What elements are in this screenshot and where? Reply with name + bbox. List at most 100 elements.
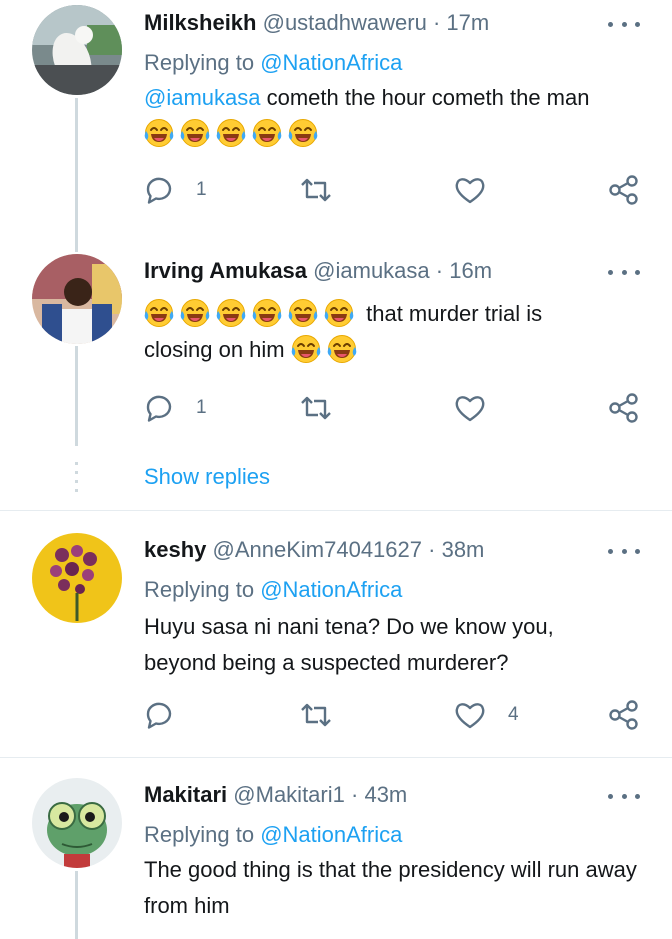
emoji-group — [144, 121, 324, 146]
reply-icon — [144, 700, 174, 730]
reply-icon — [144, 175, 174, 205]
laughing-tears-emoji — [216, 118, 246, 148]
share-button[interactable] — [608, 390, 640, 426]
like-count: 4 — [508, 704, 519, 725]
more-icon[interactable] — [608, 541, 640, 561]
like-button[interactable] — [454, 172, 486, 208]
replying-to: Replying to @NationAfrica — [144, 577, 402, 603]
timestamp[interactable]: 17m — [446, 10, 489, 35]
reply-button[interactable] — [144, 697, 174, 733]
replying-label: Replying to — [144, 50, 255, 75]
like-button[interactable] — [454, 390, 486, 426]
tweet-actions: 4 — [144, 697, 644, 733]
separator: · — [428, 537, 436, 562]
laughing-tears-emoji — [324, 298, 354, 328]
laughing-tears-emoji — [180, 118, 210, 148]
author-name[interactable]: Milksheikh — [144, 10, 256, 35]
more-icon[interactable] — [608, 14, 640, 34]
laughing-tears-emoji — [288, 298, 318, 328]
replying-to-link[interactable]: @NationAfrica — [260, 50, 402, 75]
tweet-text-content: cometh the hour cometh the man — [266, 85, 590, 110]
share-icon — [608, 174, 640, 206]
laughing-tears-emoji — [291, 334, 321, 364]
emoji-group — [144, 301, 366, 326]
reply-icon — [144, 393, 174, 423]
author-handle[interactable]: @Makitari1 — [233, 782, 345, 807]
tweet-text: that murder trial is closing on him — [144, 296, 644, 368]
laughing-tears-emoji — [144, 298, 174, 328]
show-replies-link[interactable]: Show replies — [144, 464, 270, 490]
replying-to: Replying to @NationAfrica — [144, 50, 402, 76]
tweet-text: @iamukasa cometh the hour cometh the man — [144, 80, 644, 152]
author-row: Makitari @Makitari1 · 43m — [144, 782, 407, 808]
laughing-tears-emoji — [252, 298, 282, 328]
tweet-text: The good thing is that the presidency wi… — [144, 857, 637, 918]
reply-count: 1 — [196, 397, 207, 418]
separator: · — [351, 782, 359, 807]
tweet-makitari[interactable]: Makitari @Makitari1 · 43m Replying to @N… — [0, 758, 672, 939]
author-name[interactable]: Irving Amukasa — [144, 258, 307, 283]
tweet-irving-amukasa[interactable]: Irving Amukasa @iamukasa · 16m that murd… — [0, 238, 672, 510]
like-icon — [454, 175, 486, 205]
thread-line — [75, 871, 78, 939]
author-handle[interactable]: @AnneKim74041627 — [213, 537, 422, 562]
author-row: Milksheikh @ustadhwaweru · 17m — [144, 10, 489, 36]
tweet-keshy[interactable]: keshy @AnneKim74041627 · 38m Replying to… — [0, 511, 672, 757]
retweet-icon — [299, 393, 333, 423]
avatar[interactable] — [32, 5, 122, 95]
separator: · — [432, 10, 441, 35]
share-button[interactable] — [608, 697, 640, 733]
author-name[interactable]: keshy — [144, 537, 206, 562]
timestamp[interactable]: 43m — [364, 782, 407, 807]
avatar[interactable] — [32, 533, 122, 623]
emoji-group — [291, 337, 363, 362]
retweet-icon — [299, 175, 333, 205]
replying-label: Replying to — [144, 822, 255, 847]
laughing-tears-emoji — [216, 298, 246, 328]
share-button[interactable] — [608, 172, 640, 208]
author-row: keshy @AnneKim74041627 · 38m — [144, 537, 484, 563]
share-icon — [608, 699, 640, 731]
replying-to-link[interactable]: @NationAfrica — [260, 822, 402, 847]
thread-continuation-dots — [75, 462, 78, 498]
tweet-text: Huyu sasa ni nani tena? Do we know you, … — [144, 614, 554, 675]
retweet-icon — [299, 700, 333, 730]
like-icon — [454, 700, 486, 730]
separator: · — [435, 258, 444, 283]
laughing-tears-emoji — [180, 298, 210, 328]
replying-to: Replying to @NationAfrica — [144, 822, 402, 848]
replying-to-link[interactable]: @NationAfrica — [260, 577, 402, 602]
laughing-tears-emoji — [288, 118, 318, 148]
author-name[interactable]: Makitari — [144, 782, 227, 807]
replying-label: Replying to — [144, 577, 255, 602]
share-icon — [608, 392, 640, 424]
laughing-tears-emoji — [144, 118, 174, 148]
retweet-button[interactable] — [299, 697, 333, 733]
thread-line — [75, 238, 78, 252]
mention-link[interactable]: @iamukasa — [144, 85, 261, 110]
reply-button[interactable]: 1 — [144, 390, 207, 426]
thread-line — [75, 98, 78, 240]
more-icon[interactable] — [608, 262, 640, 282]
reply-count: 1 — [196, 179, 207, 200]
like-button[interactable]: 4 — [454, 697, 519, 733]
tweet-text-part1: that murder trial is — [366, 301, 543, 326]
like-icon — [454, 393, 486, 423]
more-icon[interactable] — [608, 786, 640, 806]
retweet-button[interactable] — [299, 172, 333, 208]
retweet-button[interactable] — [299, 390, 333, 426]
laughing-tears-emoji — [327, 334, 357, 364]
reply-button[interactable]: 1 — [144, 172, 207, 208]
avatar[interactable] — [32, 254, 122, 344]
timestamp[interactable]: 16m — [449, 258, 492, 283]
author-handle[interactable]: @ustadhwaweru — [263, 10, 427, 35]
tweet-actions: 1 — [144, 390, 644, 426]
timestamp[interactable]: 38m — [442, 537, 485, 562]
author-row: Irving Amukasa @iamukasa · 16m — [144, 258, 492, 284]
tweet-milksheikh[interactable]: Milksheikh @ustadhwaweru · 17m Replying … — [0, 0, 672, 240]
author-handle[interactable]: @iamukasa — [313, 258, 430, 283]
laughing-tears-emoji — [252, 118, 282, 148]
avatar[interactable] — [32, 778, 122, 868]
tweet-text-part2: closing on him — [144, 337, 285, 362]
tweet-actions: 1 — [144, 172, 644, 208]
